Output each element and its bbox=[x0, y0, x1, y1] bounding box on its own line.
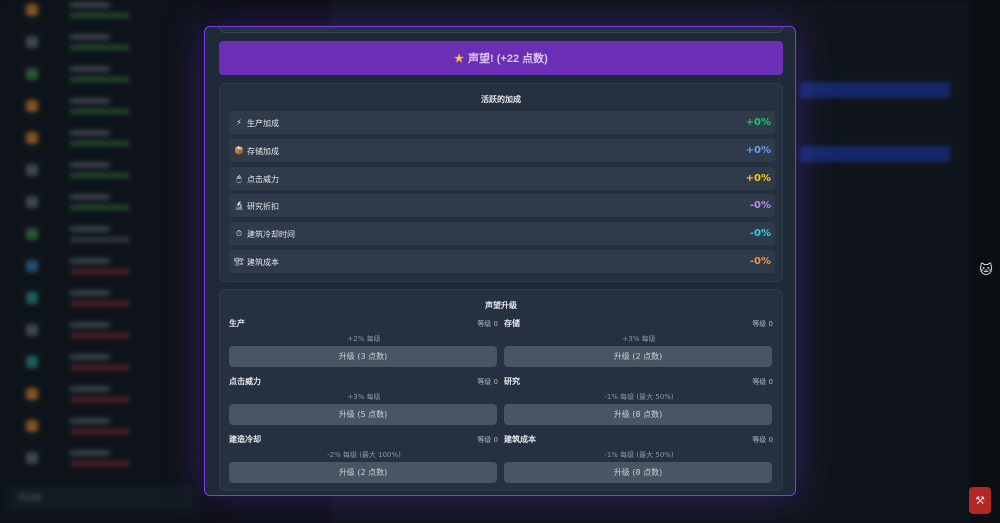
upgrade-click-power: 点击威力 等级 0 +3% 每级 升级 (5 点数) bbox=[229, 376, 499, 428]
bonus-row-storage: 📦 存储加成 +0% bbox=[229, 138, 775, 162]
upgrade-research-button[interactable]: 升级 (8 点数) bbox=[504, 404, 772, 425]
upgrade-name: 研究 bbox=[504, 377, 520, 386]
stopwatch-icon: ⏱ bbox=[235, 229, 243, 239]
upgrade-level: 等级 0 bbox=[477, 378, 498, 386]
hammer-pick-button[interactable]: ⚒ bbox=[969, 487, 991, 514]
star-icon: ★ bbox=[454, 52, 465, 65]
bonus-list: ⚡ 生产加成 +0% 📦 存储加成 +0% 🖱 点击威力 +0% 🔬 研究折扣 … bbox=[229, 111, 775, 278]
upgrade-storage-button[interactable]: 升级 (2 点数) bbox=[504, 346, 772, 367]
box-icon: 📦 bbox=[234, 145, 244, 155]
upgrade-name: 生产 bbox=[229, 319, 245, 328]
upgrade-build-cooldown-button[interactable]: 升级 (2 点数) bbox=[229, 462, 497, 483]
bonus-label: 建筑成本 bbox=[247, 257, 279, 267]
prestige-button[interactable]: ★ 声望! (+22 点数) bbox=[219, 41, 783, 75]
bonus-row-build-cooldown: ⏱ 建筑冷却时间 -0% bbox=[229, 222, 775, 246]
bonus-label: 存储加成 bbox=[247, 146, 279, 156]
upgrade-name: 点击威力 bbox=[229, 377, 261, 386]
bonus-row-build-cost: 🏗 建筑成本 -0% bbox=[229, 249, 775, 273]
lightning-icon: ⚡ bbox=[236, 118, 242, 127]
upgrade-level: 等级 0 bbox=[752, 436, 773, 444]
upgrade-desc: -2% 每级 (最大 100%) bbox=[327, 451, 401, 459]
bonus-label: 建筑冷却时间 bbox=[247, 230, 295, 240]
upgrade-name: 建筑成本 bbox=[504, 435, 536, 444]
upgrade-desc: +2% 每级 bbox=[347, 335, 381, 343]
bonus-row-click-power: 🖱 点击威力 +0% bbox=[229, 166, 775, 190]
upgrade-name: 建造冷却 bbox=[229, 435, 261, 444]
upgrade-production-button[interactable]: 升级 (3 点数) bbox=[229, 346, 497, 367]
cat-icon[interactable]: 🐱 bbox=[978, 263, 994, 279]
mouse-icon: 🖱 bbox=[236, 173, 242, 183]
prestige-modal: ★ 声望! (+22 点数) 活跃的加成 ⚡ 生产加成 +0% 📦 存储加成 +… bbox=[204, 26, 796, 496]
upgrade-desc: +3% 每级 bbox=[347, 393, 381, 401]
microscope-icon: 🔬 bbox=[234, 201, 244, 211]
bonus-value: +0% bbox=[745, 172, 771, 184]
construction-icon: 🏗 bbox=[234, 256, 245, 266]
bonus-value: -0% bbox=[749, 200, 771, 212]
active-bonuses-panel: 活跃的加成 ⚡ 生产加成 +0% 📦 存储加成 +0% 🖱 点击威力 +0% 🔬… bbox=[219, 83, 783, 282]
upgrade-desc: -1% 每级 (最大 50%) bbox=[604, 451, 674, 459]
upgrade-level: 等级 0 bbox=[477, 436, 498, 444]
bonus-label: 生产加成 bbox=[247, 119, 279, 128]
prestige-upgrades-panel: 声望升级 生产 等级 0 +2% 每级 升级 (3 点数) 存储 等级 0 +3… bbox=[219, 289, 783, 491]
upgrade-level: 等级 0 bbox=[477, 320, 498, 328]
upgrade-build-cost: 建筑成本 等级 0 -1% 每级 (最大 50%) 升级 (8 点数) bbox=[504, 434, 774, 486]
bonus-value: +0% bbox=[745, 117, 771, 128]
bonus-row-research-discount: 🔬 研究折扣 -0% bbox=[229, 194, 775, 218]
upgrade-storage: 存储 等级 0 +3% 每级 升级 (2 点数) bbox=[504, 318, 774, 370]
bonus-row-production: ⚡ 生产加成 +0% bbox=[229, 111, 775, 134]
background-sidebar: 说话框 bbox=[0, 0, 200, 523]
prestige-button-label: 声望! (+22 点数) bbox=[468, 53, 548, 65]
active-bonuses-title: 活跃的加成 bbox=[481, 95, 521, 104]
upgrade-click-power-button[interactable]: 升级 (5 点数) bbox=[229, 404, 497, 425]
prestige-upgrades-title: 声望升级 bbox=[485, 301, 517, 310]
upgrade-research: 研究 等级 0 -1% 每级 (最大 50%) 升级 (8 点数) bbox=[504, 376, 774, 428]
bonus-value: -0% bbox=[749, 228, 771, 240]
upgrade-desc: +3% 每级 bbox=[622, 335, 656, 343]
upgrade-level: 等级 0 bbox=[752, 320, 773, 328]
upgrade-desc: -1% 每级 (最大 50%) bbox=[604, 393, 674, 401]
background-chat-box: 说话框 bbox=[8, 486, 192, 512]
upgrade-build-cost-button[interactable]: 升级 (8 点数) bbox=[504, 462, 772, 483]
modal-top-strip bbox=[219, 27, 783, 33]
bonus-label: 研究折扣 bbox=[247, 202, 279, 212]
bonus-label: 点击威力 bbox=[247, 174, 279, 184]
upgrade-production: 生产 等级 0 +2% 每级 升级 (3 点数) bbox=[229, 318, 499, 370]
bonus-value: +0% bbox=[745, 144, 771, 156]
upgrade-build-cooldown: 建造冷却 等级 0 -2% 每级 (最大 100%) 升级 (2 点数) bbox=[229, 434, 499, 486]
upgrade-level: 等级 0 bbox=[752, 378, 773, 386]
upgrade-name: 存储 bbox=[504, 319, 520, 328]
bonus-value: -0% bbox=[749, 255, 771, 267]
